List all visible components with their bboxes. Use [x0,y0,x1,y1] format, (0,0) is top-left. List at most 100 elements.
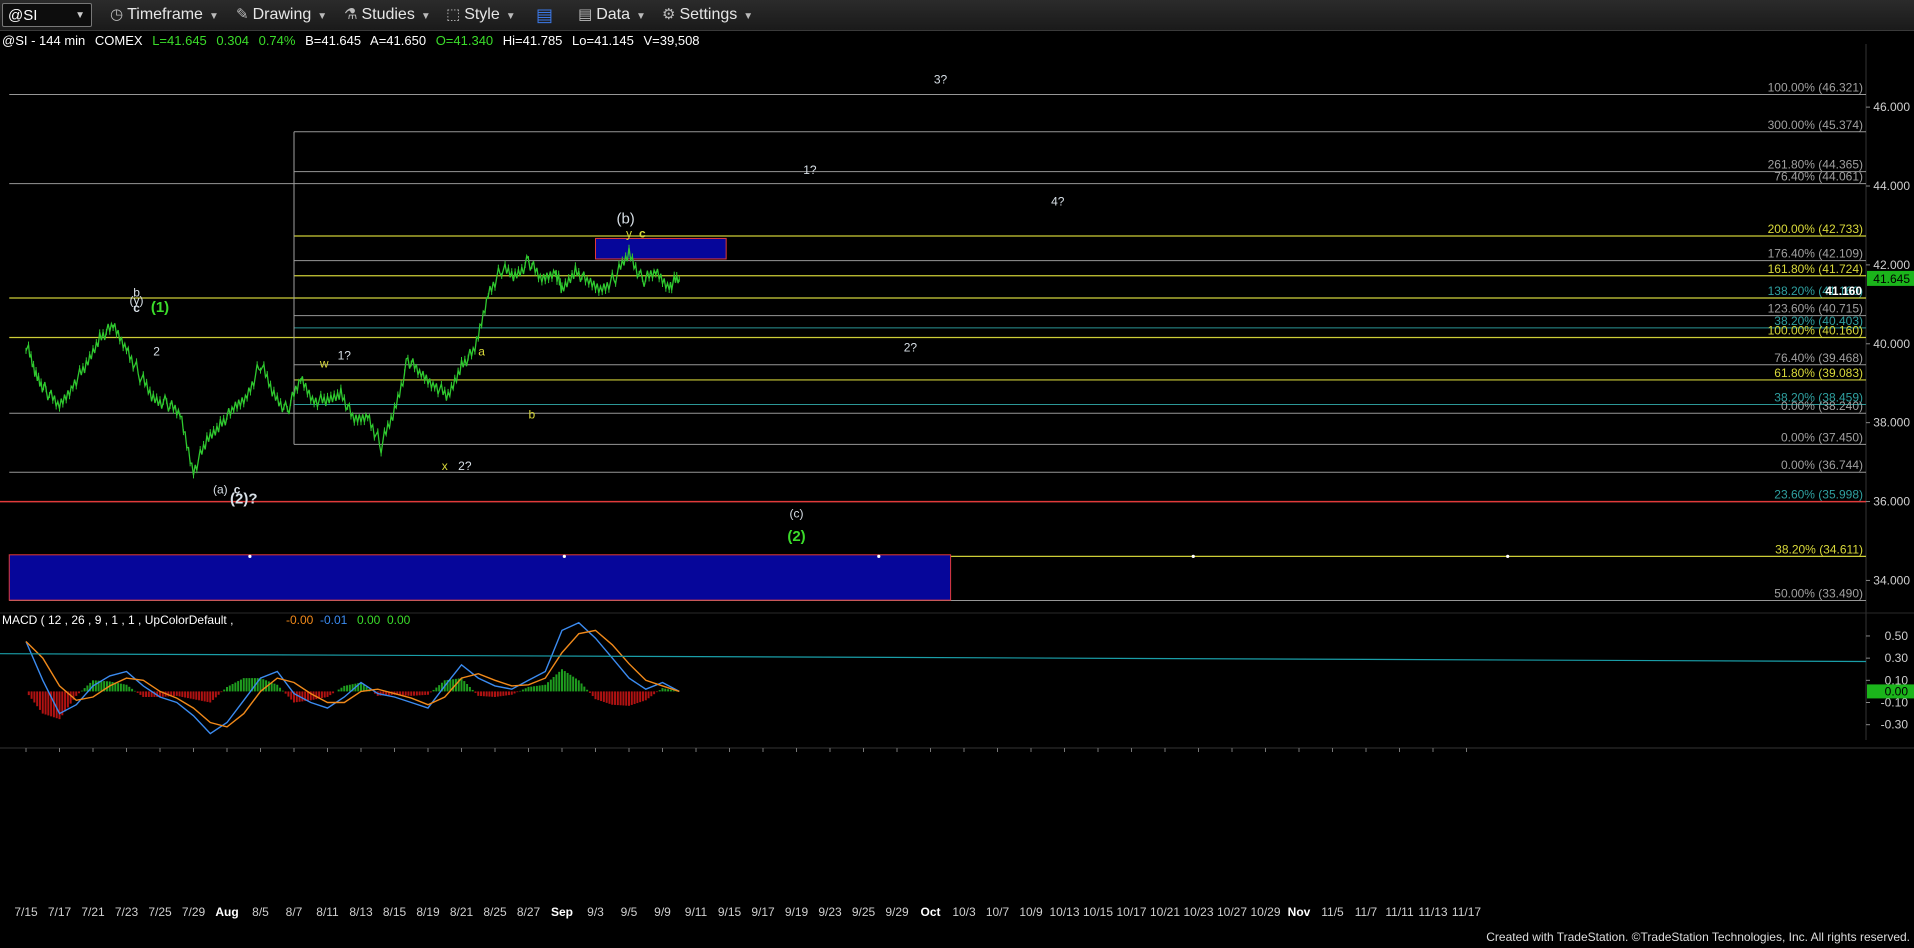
fib-label: 161.80% (41.724) [1768,262,1863,276]
fib-label: 300.00% (45.374) [1768,118,1863,132]
fib-label: 0.00% (37.450) [1781,430,1863,444]
x-tick-label: 8/13 [349,905,373,919]
macd-label: MACD ( 12 , 26 , 9 , 1 , 1 , UpColorDefa… [2,613,233,627]
wave-label: a [478,345,485,359]
x-tick-label: 7/29 [182,905,206,919]
macd-last-label: 0.00 [1885,684,1909,698]
x-tick-label: 9/29 [885,905,909,919]
x-tick-label: Sep [551,905,573,919]
y-tick-label: 44.000 [1873,179,1910,193]
x-tick-label: 9/23 [818,905,842,919]
y-tick-label: 38.000 [1873,416,1910,430]
x-tick-label: 7/17 [48,905,72,919]
macd-zero-value: 0.00 [387,613,411,627]
x-tick-label: 10/13 [1049,905,1079,919]
x-tick-label: 10/3 [952,905,976,919]
wave-label: 1? [338,349,352,363]
x-tick-label: 10/21 [1150,905,1180,919]
x-tick-label: 7/21 [81,905,105,919]
fib-label: 176.40% (42.109) [1768,247,1863,261]
chart-canvas[interactable]: 100.00% (46.321) 300.00% (45.374) 2 61.80% … [0,0,1914,948]
wave-label: c [133,301,140,315]
wave-label: 4? [1051,195,1065,209]
x-tick-label: 9/9 [654,905,671,919]
macd-y-tick-label: -0.30 [1881,718,1909,732]
fib-label: 100.00% (40.160) [1768,323,1863,337]
x-tick-label: 10/23 [1183,905,1213,919]
fib-marker-dot [1506,554,1510,558]
x-tick-label: 9/25 [852,905,876,919]
fib-label: 200.00% (42.733) [1768,222,1863,236]
macd-signal-value: -0.01 [320,613,348,627]
macd-trendline [0,653,1867,663]
y-tick-label: 34.000 [1873,573,1910,587]
fib-label: 50.00% (33.490) [1774,587,1863,601]
x-tick-label: 9/11 [685,905,708,919]
wave-label: x [442,459,448,473]
wave-label: (a) [213,483,228,497]
x-tick-label: 7/15 [14,905,38,919]
wave-label: c [639,226,646,240]
x-tick-label: 8/25 [483,905,507,919]
x-tick-label: 9/15 [718,905,742,919]
fib-label: 41.160 [1825,284,1862,298]
wave-label: y [626,226,632,240]
fib-marker-dot [248,554,252,558]
fib-label: 0.00% (38.240) [1781,399,1863,413]
x-tick-label: 9/17 [751,905,775,919]
fib-marker-dot [562,554,566,558]
x-tick-label: 8/11 [316,905,339,919]
wave-label: 2? [904,341,918,355]
wave-label: 1? [803,163,817,177]
last-price-label: 41.645 [1873,272,1910,286]
x-tick-label: 9/5 [621,905,638,919]
x-tick-label: 9/19 [785,905,809,919]
x-tick-label: 10/17 [1116,905,1146,919]
wave-label: 2? [458,459,472,473]
fib-label: 76.40% (39.468) [1774,351,1863,365]
x-tick-label: 11/17 [1452,905,1481,919]
wave-label: w [319,356,329,370]
macd-y-tick-label: 0.50 [1885,629,1909,643]
y-tick-label: 40.000 [1873,337,1910,351]
fib-label: 23.60% (35.998) [1774,488,1863,502]
x-tick-label: 8/15 [383,905,407,919]
macd-value: -0.00 [286,613,314,627]
wave-label: (b) [616,210,634,227]
x-tick-label: 8/7 [286,905,303,919]
macd-y-tick-label: 0.30 [1885,651,1909,665]
wave-label: 2 [153,345,160,359]
x-tick-label: 7/25 [148,905,172,919]
fib-label: 0.00% (36.744) [1781,458,1863,472]
x-tick-label: 10/9 [1019,905,1043,919]
x-tick-label: 7/23 [115,905,139,919]
x-tick-label: 10/15 [1083,905,1113,919]
y-tick-label: 36.000 [1873,495,1910,509]
fib-label: 76.40% (44.061) [1774,170,1863,184]
x-tick-label: 11/11 [1385,905,1414,919]
target-box-upper [595,237,727,260]
x-tick-label: 8/19 [416,905,440,919]
wave-label: (2)? [230,491,258,508]
x-tick-label: Nov [1288,905,1311,919]
x-tick-label: 10/29 [1250,905,1280,919]
x-tick-label: 9/3 [587,905,604,919]
footer-credit: Created with TradeStation. ©TradeStation… [1486,930,1910,944]
x-tick-label: Oct [920,905,940,919]
signal-line [25,629,680,728]
wave-label: (2) [787,528,805,545]
x-tick-label: Aug [215,905,238,919]
price-series-line [25,247,680,476]
fib-marker-dot [1191,554,1195,558]
x-tick-label: 10/7 [986,905,1010,919]
fib-label: 61.80% (39.083) [1774,366,1863,380]
macd-hist-value: 0.00 [357,613,381,627]
fib-label: 38.20% (34.611) [1775,542,1863,556]
wave-label: (c) [790,506,804,520]
x-tick-label: 8/5 [252,905,269,919]
target-box-lower [8,554,952,601]
macd-line [25,621,680,735]
wave-label: (1) [151,299,169,316]
x-tick-label: 11/5 [1321,905,1344,919]
wave-label: b [529,408,536,422]
